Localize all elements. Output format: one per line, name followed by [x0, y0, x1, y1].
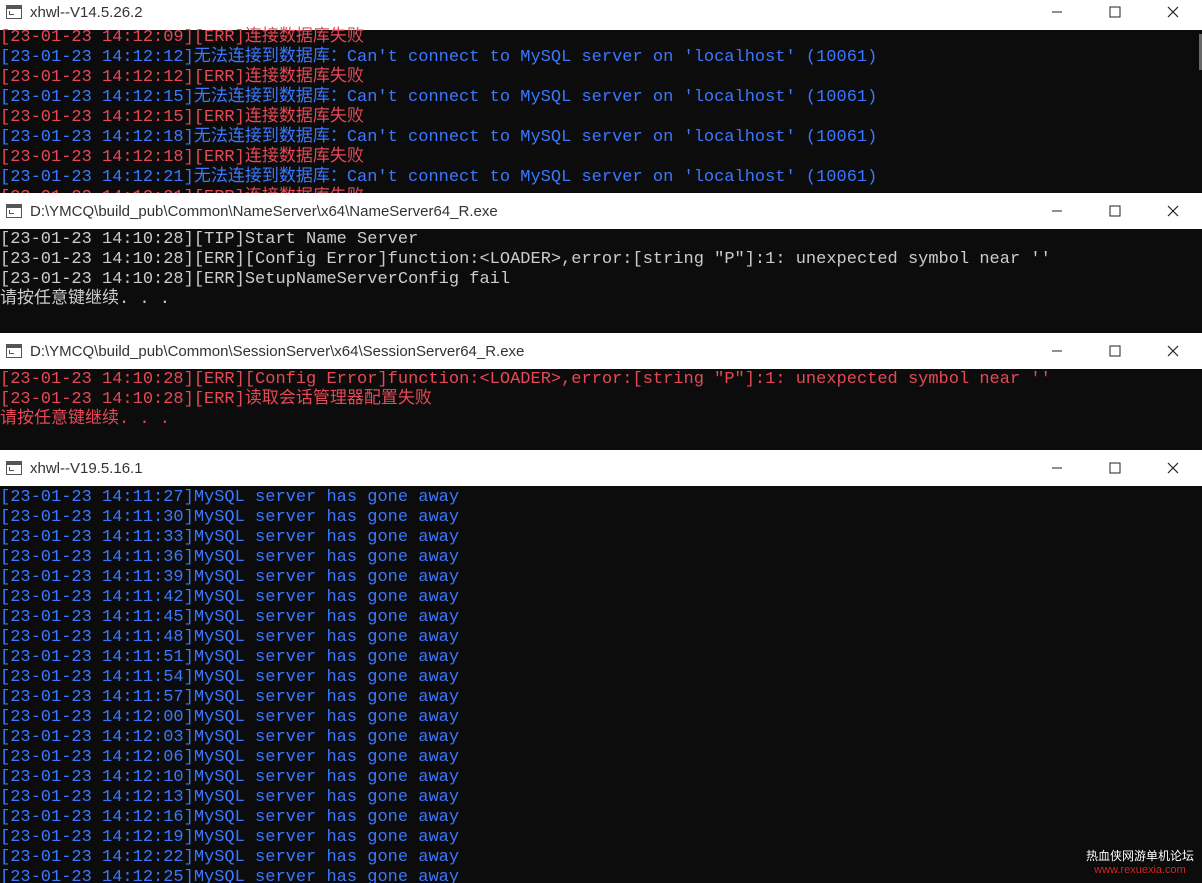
console-line: [23-01-23 14:12:19]MySQL server has gone… [0, 828, 460, 847]
title-bar[interactable]: xhwl--V14.5.26.2 [0, 0, 1202, 30]
close-button[interactable] [1144, 193, 1202, 229]
console-line: [23-01-23 14:12:18]无法连接到数据库：Can't connec… [0, 128, 878, 147]
close-button[interactable] [1144, 450, 1202, 486]
console-output[interactable]: [23-01-23 14:11:27]MySQL server has gone… [0, 486, 1202, 883]
minimize-button[interactable] [1028, 333, 1086, 369]
console-line: [23-01-23 14:11:27]MySQL server has gone… [0, 488, 460, 507]
maximize-icon [1109, 6, 1121, 18]
forum-watermark: 热血侠网游单机论坛 www.rexuexia.com [1086, 849, 1194, 877]
console-line: [23-01-23 14:10:28][ERR]SetupNameServerC… [0, 270, 511, 289]
console-window-sessionserver: D:\YMCQ\build_pub\Common\SessionServer\x… [0, 333, 1202, 450]
maximize-icon [1109, 205, 1121, 217]
console-line: [23-01-23 14:11:45]MySQL server has gone… [0, 608, 460, 627]
window-title: xhwl--V14.5.26.2 [30, 3, 143, 21]
maximize-button[interactable] [1086, 193, 1144, 229]
console-line: [23-01-23 14:11:33]MySQL server has gone… [0, 528, 460, 547]
watermark-text: 热血侠网游单机论坛 [1085, 849, 1194, 863]
watermark-url: www.rexuexia.com [1094, 864, 1186, 876]
console-line: [23-01-23 14:10:28][ERR][Config Error]fu… [0, 370, 1051, 389]
minimize-icon [1052, 467, 1062, 469]
console-line: [23-01-23 14:12:16]MySQL server has gone… [0, 808, 460, 827]
console-line: [23-01-23 14:12:21]无法连接到数据库：Can't connec… [0, 168, 878, 187]
close-icon [1167, 205, 1179, 217]
title-bar[interactable]: D:\YMCQ\build_pub\Common\SessionServer\x… [0, 333, 1202, 369]
console-app-icon [6, 5, 22, 19]
console-line: [23-01-23 14:11:48]MySQL server has gone… [0, 628, 460, 647]
console-line: [23-01-23 14:10:28][ERR]读取会话管理器配置失败 [0, 390, 432, 409]
window-title: D:\YMCQ\build_pub\Common\NameServer\x64\… [30, 202, 498, 220]
title-bar[interactable]: xhwl--V19.5.16.1 [0, 450, 1202, 486]
maximize-button[interactable] [1086, 333, 1144, 369]
console-app-icon [6, 204, 22, 218]
console-line: [23-01-23 14:12:18][ERR]连接数据库失败 [0, 148, 364, 167]
console-line: [23-01-23 14:12:03]MySQL server has gone… [0, 728, 460, 747]
window-title: D:\YMCQ\build_pub\Common\SessionServer\x… [30, 342, 525, 360]
console-app-icon [6, 461, 22, 475]
close-button[interactable] [1144, 0, 1202, 30]
console-line: [23-01-23 14:12:25]MySQL server has gone… [0, 868, 460, 883]
console-line: [23-01-23 14:12:00]MySQL server has gone… [0, 708, 460, 727]
console-line: [23-01-23 14:12:13]MySQL server has gone… [0, 788, 460, 807]
console-output[interactable]: [23-01-23 14:12:09][ERR]连接数据库失败 [23-01-23… [0, 28, 1202, 193]
close-icon [1167, 6, 1179, 18]
console-line: [23-01-23 14:11:30]MySQL server has gone… [0, 508, 460, 527]
console-line: [23-01-23 14:12:15][ERR]连接数据库失败 [0, 108, 364, 127]
console-line: 请按任意键继续. . . [0, 410, 171, 429]
minimize-icon [1052, 11, 1062, 13]
console-line: [23-01-23 14:12:15]无法连接到数据库：Can't connec… [0, 88, 878, 107]
console-line: [23-01-23 14:12:10]MySQL server has gone… [0, 768, 460, 787]
console-window-xhwl-v19: xhwl--V19.5.16.1 [23-01-23 14:11:27]MySQ… [0, 450, 1202, 883]
console-line: [23-01-23 14:12:22]MySQL server has gone… [0, 848, 460, 867]
window-title: xhwl--V19.5.16.1 [30, 459, 143, 477]
maximize-icon [1109, 462, 1121, 474]
console-window-nameserver: D:\YMCQ\build_pub\Common\NameServer\x64\… [0, 193, 1202, 333]
console-line: [23-01-23 14:11:36]MySQL server has gone… [0, 548, 460, 567]
console-output[interactable]: [23-01-23 14:10:28][ERR][Config Error]fu… [0, 369, 1202, 450]
console-output[interactable]: [23-01-23 14:10:28][TIP]Start Name Serve… [0, 229, 1202, 333]
close-button[interactable] [1144, 333, 1202, 369]
console-line: [23-01-23 14:10:28][TIP]Start Name Serve… [0, 230, 419, 249]
console-line: [23-01-23 14:11:54]MySQL server has gone… [0, 668, 460, 687]
maximize-button[interactable] [1086, 0, 1144, 30]
close-icon [1167, 462, 1179, 474]
minimize-button[interactable] [1028, 0, 1086, 30]
console-window-xhwl-v14: xhwl--V14.5.26.2 [23-01-23 14:12:09][ERR… [0, 0, 1202, 193]
maximize-icon [1109, 345, 1121, 357]
close-icon [1167, 345, 1179, 357]
minimize-button[interactable] [1028, 450, 1086, 486]
console-line: [23-01-23 14:12:12]无法连接到数据库：Can't connec… [0, 48, 878, 67]
console-line: 请按任意键继续. . . [0, 290, 171, 309]
minimize-icon [1052, 350, 1062, 352]
console-line: [23-01-23 14:12:12][ERR]连接数据库失败 [0, 68, 364, 87]
console-line: [23-01-23 14:11:39]MySQL server has gone… [0, 568, 460, 587]
minimize-icon [1052, 210, 1062, 212]
console-app-icon [6, 344, 22, 358]
title-bar[interactable]: D:\YMCQ\build_pub\Common\NameServer\x64\… [0, 193, 1202, 229]
console-line: [23-01-23 14:11:42]MySQL server has gone… [0, 588, 460, 607]
console-line: [23-01-23 14:11:51]MySQL server has gone… [0, 648, 460, 667]
minimize-button[interactable] [1028, 193, 1086, 229]
console-line: [23-01-23 14:11:57]MySQL server has gone… [0, 688, 460, 707]
console-line: [23-01-23 14:12:06]MySQL server has gone… [0, 748, 460, 767]
console-line: [23-01-23 14:10:28][ERR][Config Error]fu… [0, 250, 1051, 269]
console-line: [23-01-23 14:12:09][ERR]连接数据库失败 [0, 28, 364, 47]
maximize-button[interactable] [1086, 450, 1144, 486]
